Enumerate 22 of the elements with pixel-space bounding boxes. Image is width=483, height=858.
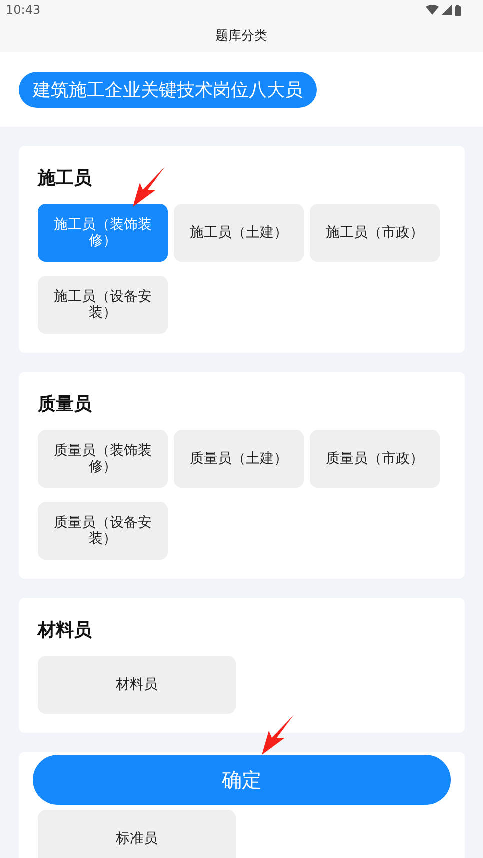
option-button[interactable]: 施工员（设备安装） [38,276,168,334]
option-button[interactable]: 施工员（装饰装修） [38,204,168,262]
option-button[interactable]: 质量员（设备安装） [38,502,168,560]
group-title: 材料员 [38,620,92,642]
option-button[interactable]: 质量员（土建） [174,430,304,488]
group-title: 施工员 [38,168,92,190]
category-chip[interactable]: 建筑施工企业关键技术岗位八大员 [19,72,317,108]
pointer-arrow-icon [261,714,295,756]
battery-icon [455,4,461,16]
wifi-icon [426,5,439,15]
option-button[interactable]: 材料员 [38,656,236,714]
option-button[interactable]: 质量员（市政） [310,430,440,488]
option-button[interactable]: 施工员（土建） [174,204,304,262]
status-time: 10:43 [6,3,41,17]
group-title: 质量员 [38,394,92,416]
option-button[interactable]: 质量员（装饰装修） [38,430,168,488]
signal-icon [442,5,452,15]
pointer-arrow-icon [132,166,166,208]
confirm-button[interactable]: 确定 [33,755,451,805]
option-button[interactable]: 施工员（市政） [310,204,440,262]
option-button[interactable]: 标准员 [38,810,236,858]
page-title: 题库分类 [216,28,268,45]
